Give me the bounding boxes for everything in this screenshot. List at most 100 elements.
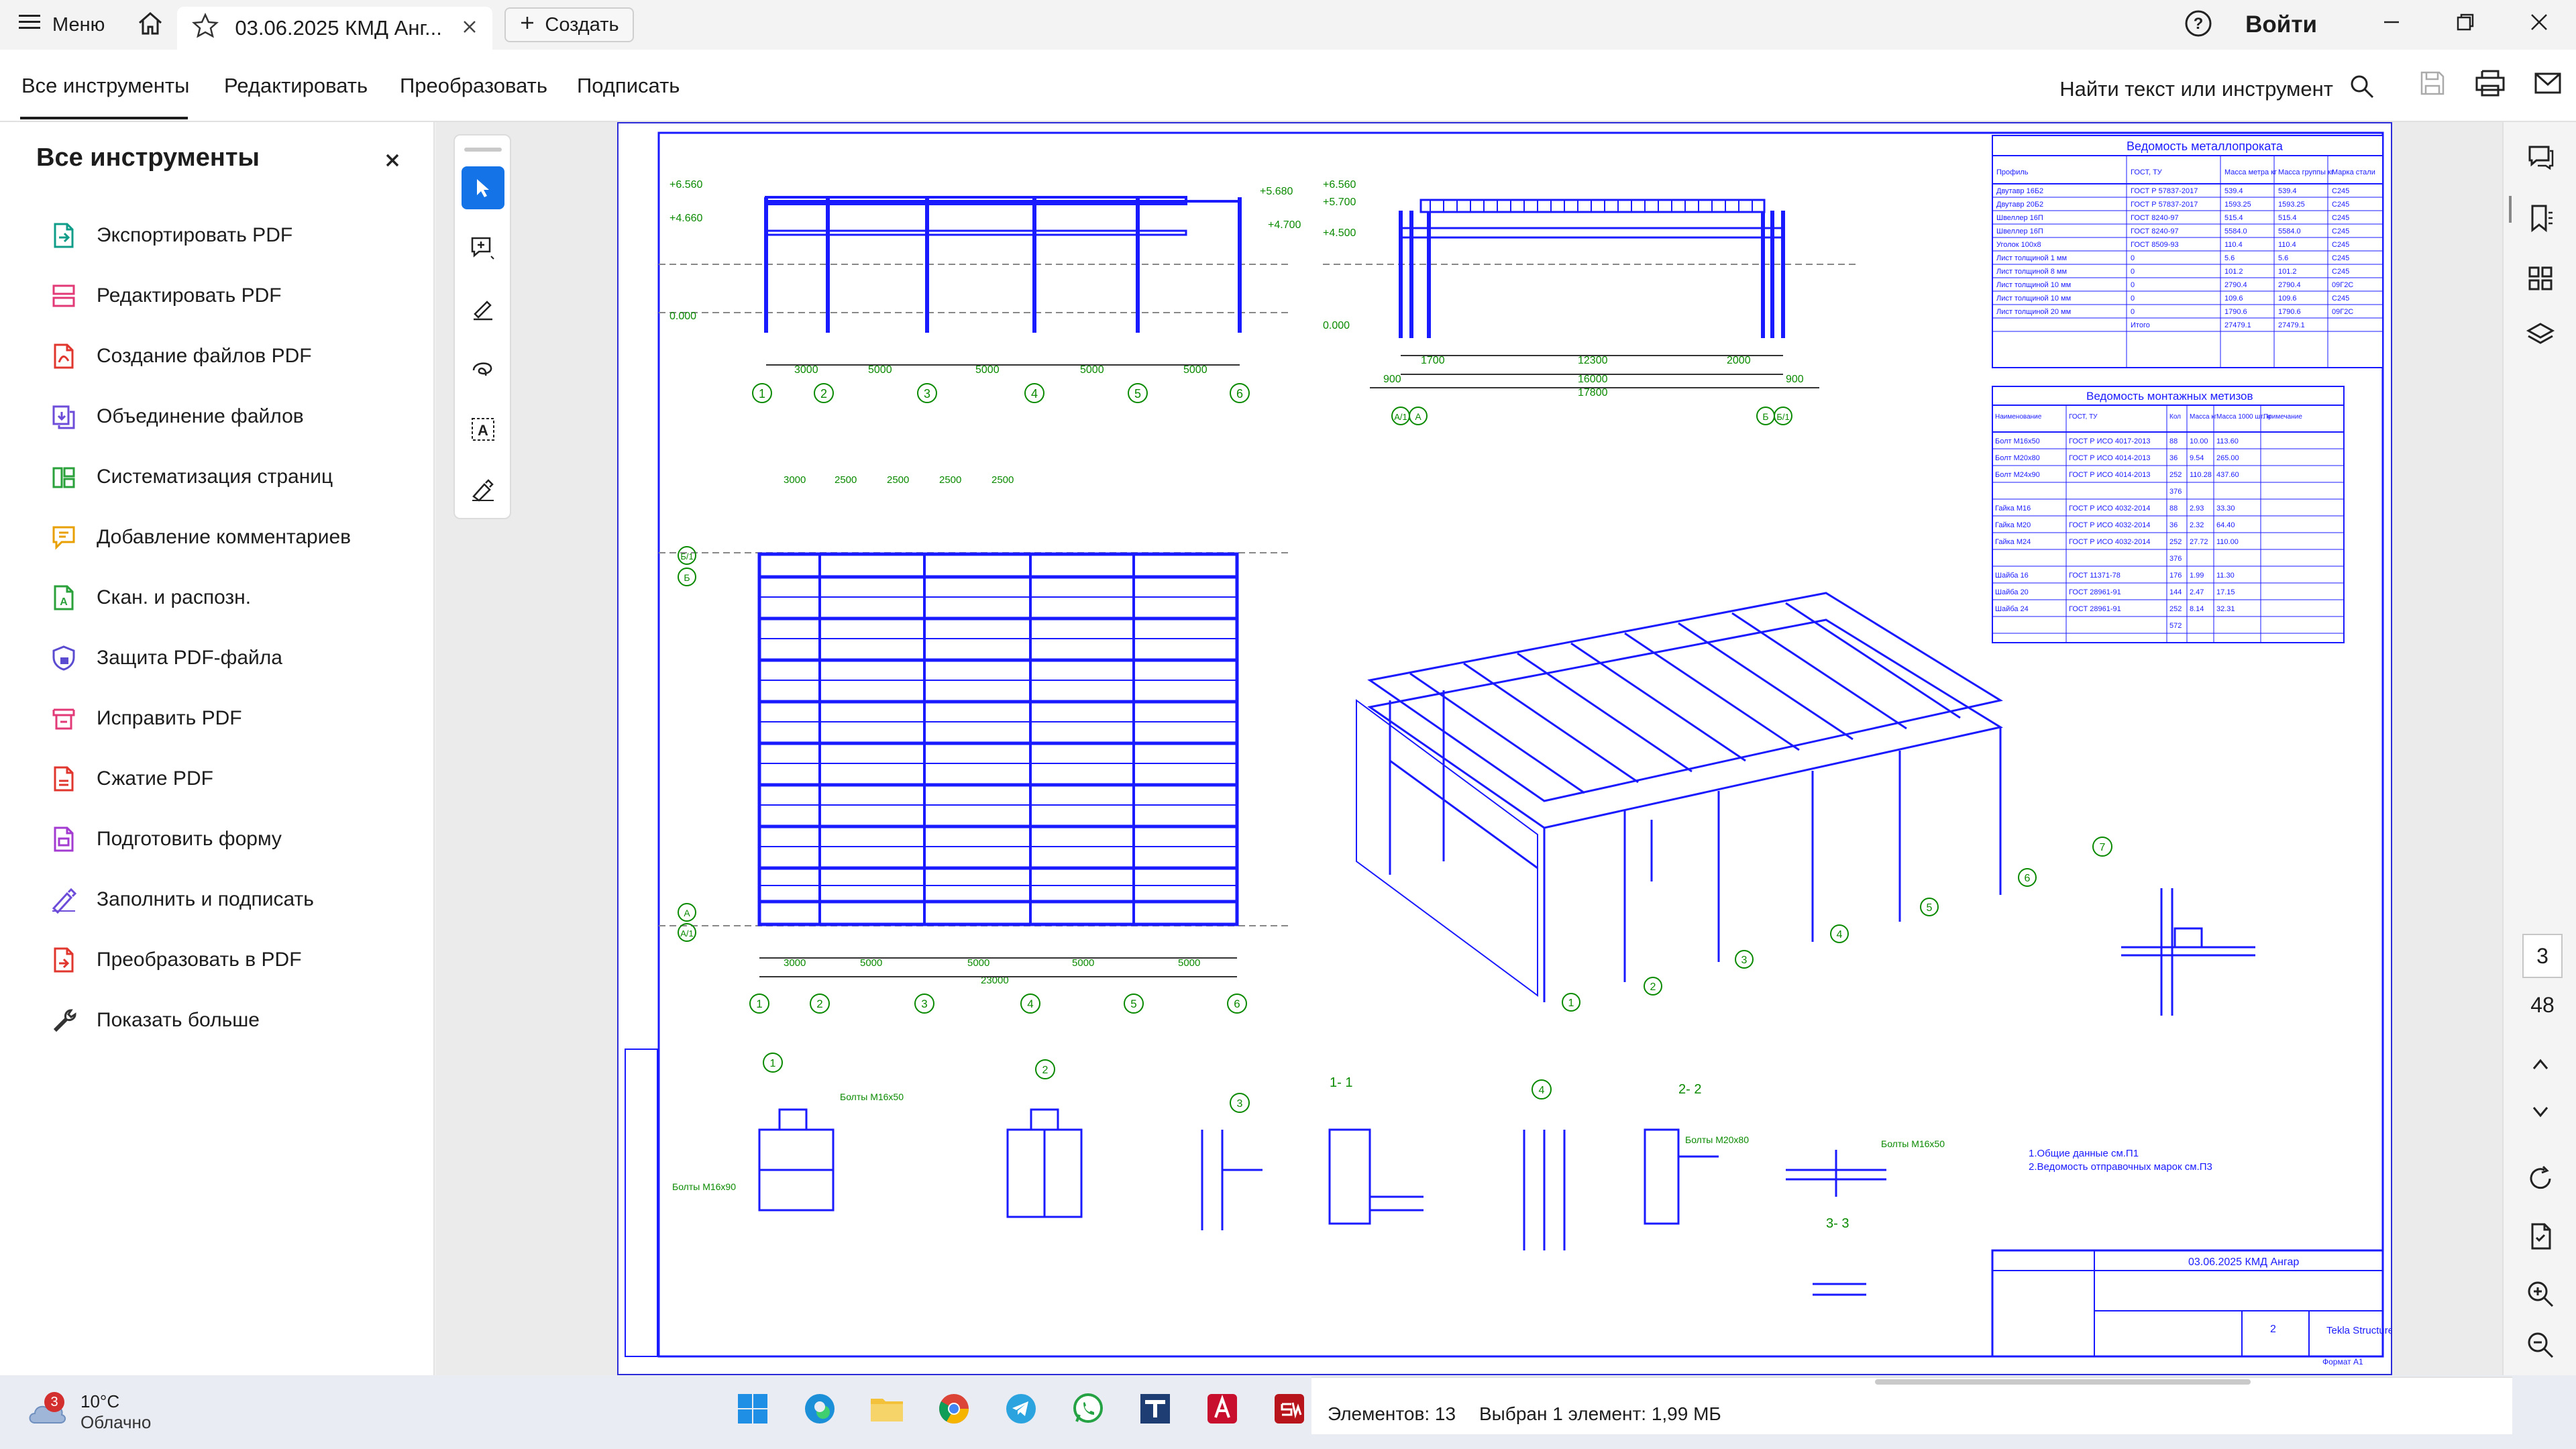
horizontal-scrollbar[interactable] [1875,1379,2251,1385]
detail-3-label: 3 [1237,1098,1243,1110]
next-page-button[interactable] [2524,1095,2557,1128]
add-comment-button[interactable] [462,227,504,270]
menu-label: Меню [52,13,105,36]
menu-all-tools[interactable]: Все инструменты [21,74,189,98]
star-icon[interactable] [192,12,219,44]
plan-axis-1: 1 [756,998,762,1010]
fastener-table-cell: 176 [2169,572,2182,580]
text-tool-button[interactable]: A [462,408,504,451]
document-tab[interactable]: 03.06.2025 КМД Анг... [177,7,493,50]
axis-b-right: Б [1762,411,1768,422]
save-icon[interactable] [2418,68,2447,101]
tool-compress-pdf[interactable]: Сжатие PDF [50,765,213,793]
chrome-icon [939,1394,969,1424]
create-button[interactable]: Создать [504,7,634,42]
solidworks-button[interactable] [1272,1391,1307,1426]
rotate-button[interactable] [2524,1162,2557,1195]
tool-organize-pages[interactable]: Систематизация страниц [50,463,333,491]
dim-1: 3000 [794,364,818,376]
tool-wrench[interactable]: Показать больше [50,1006,260,1034]
thumbnails-panel-button[interactable] [2524,262,2557,295]
fastener-table-cell: Гайка М16 [1995,504,2031,513]
rail-scroll-indicator[interactable] [2509,196,2512,223]
pdf-page[interactable]: 1 2 3 4 5 6 3000 5000 5000 5000 5000 +6.… [617,122,2399,1375]
minimize-icon [2381,12,2402,38]
title-block-company: Tekla Structures [2326,1325,2391,1336]
menu-convert[interactable]: Преобразовать [400,74,547,98]
previous-page-button[interactable] [2524,1048,2557,1081]
tool-edit-pdf[interactable]: Редактировать PDF [50,282,282,310]
plan-dim-b3: 5000 [967,957,989,969]
tool-label: Исправить PDF [97,707,242,729]
autocad-button[interactable] [1205,1391,1240,1426]
tool-comment[interactable]: Добавление комментариев [50,523,351,551]
telegram-button[interactable] [1004,1391,1038,1426]
scan-ocr-icon: A [50,584,78,612]
current-page-input[interactable]: 3 [2522,934,2563,978]
section-3-3-label: 3- 3 [1826,1216,1849,1231]
chevron-down-icon [2532,1107,2548,1118]
whatsapp-button[interactable] [1071,1391,1106,1426]
tab-title: 03.06.2025 КМД Анг... [235,16,442,40]
comments-panel-button[interactable] [2524,141,2557,174]
toolbar-grip[interactable] [464,148,502,152]
chrome-button[interactable] [936,1391,971,1426]
home-button[interactable] [123,0,177,50]
close-tab-icon[interactable] [462,16,478,40]
page-info-button[interactable] [2524,1220,2557,1253]
fastener-table-cell: 252 [2169,471,2182,479]
close-panel-button[interactable] [384,149,401,175]
find-tool-search[interactable]: Найти текст или инструмент [2059,74,2375,105]
weather-condition: Облачно [80,1412,152,1432]
tool-prepare-form[interactable]: Подготовить форму [50,825,282,853]
metal-table-cell: 5584.0 [2278,227,2301,235]
tool-export-pdf[interactable]: Экспортировать PDF [50,221,292,250]
axis-1: 1 [759,387,765,400]
mail-icon[interactable] [2533,68,2563,101]
login-button[interactable]: Войти [2225,11,2355,38]
plan-dim-b5: 5000 [1178,957,1200,969]
tool-fill-sign[interactable]: Заполнить и подписать [50,885,314,914]
tool-label: Заполнить и подписать [97,888,314,910]
bookmarks-panel-button[interactable] [2524,201,2557,235]
zoom-in-button[interactable] [2524,1277,2557,1311]
select-tool-button[interactable] [462,166,504,209]
file-explorer-button[interactable] [869,1391,904,1426]
zoom-out-button[interactable] [2524,1328,2557,1362]
tool-combine-files[interactable]: Объединение файлов [50,402,304,431]
help-button[interactable]: ? [2171,9,2225,41]
zoom-out-icon [2528,1332,2554,1358]
create-label: Создать [545,13,619,36]
fastener-table-cell: 27.72 [2190,538,2208,546]
sec-dim-5: 17800 [1578,387,1608,398]
minimize-button[interactable] [2355,0,2428,50]
tool-scan-ocr[interactable]: A Скан. и распозн. [50,584,251,612]
draw-tool-button[interactable] [462,347,504,390]
edge-button[interactable] [802,1391,837,1426]
layers-panel-button[interactable] [2524,319,2557,353]
menu-sign[interactable]: Подписать [577,74,680,98]
menu-edit[interactable]: Редактировать [224,74,368,98]
level-5: +4.700 [1268,219,1301,231]
tool-convert-pdf[interactable]: Преобразовать в PDF [50,946,302,974]
close-window-button[interactable] [2502,0,2576,50]
start-button[interactable] [735,1391,770,1426]
export-pdf-icon [50,221,78,250]
highlight-tool-button[interactable] [462,287,504,330]
tool-fix-pdf[interactable]: Исправить PDF [50,704,242,733]
pen-icon [474,301,492,321]
tekla-button[interactable] [1138,1391,1173,1426]
sign-tool-button[interactable] [462,468,504,511]
detail-4 [1523,1130,1566,1250]
weather-widget[interactable]: 3 10°C Облачно [27,1391,151,1433]
metal-table-cell: С245 [2332,201,2349,209]
fastener-table-cell: 2.32 [2190,521,2204,529]
print-icon[interactable] [2474,68,2506,101]
restore-button[interactable] [2428,0,2502,50]
menu-button[interactable]: Меню [0,0,123,50]
tool-protect-pdf[interactable]: Защита PDF-файла [50,644,282,672]
metal-table-cell: 2790.4 [2224,281,2247,289]
tool-label: Объединение файлов [97,405,304,427]
metal-table-header: ГОСТ, ТУ [2131,168,2163,176]
tool-create-pdf[interactable]: Создание файлов PDF [50,342,312,370]
